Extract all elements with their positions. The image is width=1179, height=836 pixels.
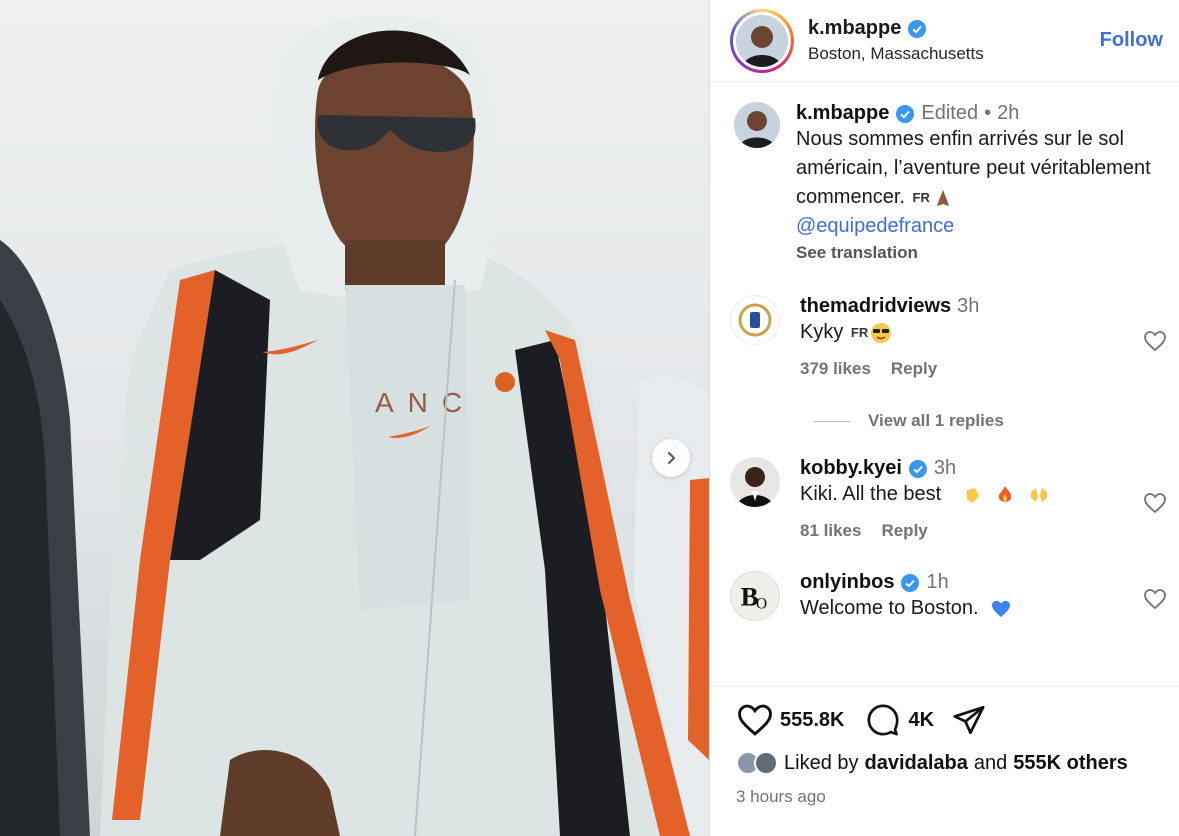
comment-icon [866,704,899,736]
edited-label: Edited [921,102,979,124]
liked-by-prefix: Liked by [784,751,859,774]
comment-likes[interactable]: 379 likes [800,359,871,379]
avatar[interactable] [730,457,780,508]
separator-dot: • [984,102,992,124]
liked-by-row: Liked by davidalaba and 555K others [736,751,1179,775]
raising-hands-emoji-icon [1030,488,1047,503]
comment-text: Welcome to Boston. [800,597,979,620]
caption-text-block: Nous sommes enfin arrivés sur le sol amé… [796,125,1179,241]
comment-username[interactable]: onlyinbos [800,571,894,594]
header-username[interactable]: k.mbappe [808,17,901,40]
sunglasses-emoji-icon [871,322,892,343]
heart-icon [738,704,772,736]
post-header: k.mbappe Boston, Massachusetts Follow [710,0,1179,82]
divider [814,420,850,422]
post-side-panel: k.mbappe Boston, Massachusetts Follow k.… [709,0,1179,836]
like-count[interactable]: 555.8K [780,709,845,732]
comment: kobby.kyei 3h Kiki. All the best 81 like [730,457,1179,541]
reply-button[interactable]: Reply [891,359,937,379]
comment-text: Kiki. All the best [800,483,942,506]
comment-button[interactable]: 4K [865,703,935,737]
comment-time[interactable]: 3h [934,457,956,480]
avatar[interactable]: BO [730,571,780,622]
verified-badge-icon [896,104,915,123]
brand-logo: BO [741,582,767,613]
view-replies-label: View all 1 replies [868,411,1004,431]
verified-badge-icon [908,19,927,38]
caption-body: k.mbappe Edited • 2h Nous sommes enfin a… [796,102,1179,263]
verified-badge-icon [901,573,920,592]
comment-text: Kyky [800,321,844,344]
comment-likes[interactable]: 81 likes [800,521,861,541]
comment-head: kobby.kyei 3h [800,457,1179,480]
follow-button[interactable]: Follow [1100,29,1163,52]
heart-icon[interactable] [1143,329,1167,353]
comment-body: kobby.kyei 3h Kiki. All the best 81 like [800,457,1179,541]
comment-head: onlyinbos 1h [800,571,1179,594]
comment: BO onlyinbos 1h Welcome to Boston. [730,571,1179,623]
praying-hands-emoji-icon [936,189,949,206]
post-timestamp[interactable]: 3 hours ago [736,787,1179,807]
chevron-right-icon [668,452,675,464]
fire-emoji-icon [999,486,1012,503]
location-link[interactable]: Boston, Massachusetts [808,44,1100,64]
comments-list: k.mbappe Edited • 2h Nous sommes enfin a… [710,82,1179,623]
comment-username[interactable]: themadridviews [800,295,951,318]
svg-text:O: O [756,596,767,613]
liked-by-and: and [973,751,1008,774]
clapping-hands-emoji-icon [966,488,979,504]
verified-badge-icon [908,459,927,478]
post-footer: 555.8K 4K Liked by davidalaba and 555K o… [710,686,1179,807]
share-button[interactable] [950,703,988,737]
caption-text: Nous sommes enfin arrivés sur le sol amé… [796,128,1151,208]
next-photo-button[interactable] [652,439,690,477]
caption-head: k.mbappe Edited • 2h [796,102,1179,125]
svg-text:ANC: ANC [375,387,476,418]
caption-time[interactable]: 2h [997,102,1019,125]
comment-body: themadridviews 3h Kyky FR 379 likes Repl… [800,295,1179,379]
athlete-photo-illustration: ANC [0,15,709,836]
share-icon [953,705,985,735]
flag-fr: FR [912,190,930,206]
comment-time[interactable]: 3h [957,295,979,318]
comment-body: onlyinbos 1h Welcome to Boston. [800,571,1179,623]
comment: themadridviews 3h Kyky FR 379 likes Repl… [730,295,1179,379]
view-replies-link[interactable]: View all 1 replies [814,411,1179,431]
instagram-post: ANC k.mbappe Boston, Massachusetts Follo… [0,0,1179,836]
comment-text-block: Kyky FR [800,318,1179,347]
comment-text-block: Welcome to Boston. [800,594,1179,623]
caption-username[interactable]: k.mbappe [796,102,889,125]
comment-actions: 379 likes Reply [800,359,1179,379]
avatar[interactable] [734,102,780,148]
heart-icon[interactable] [1143,491,1167,515]
avatar[interactable] [730,295,780,346]
like-button[interactable]: 555.8K [736,703,845,737]
comment-username[interactable]: kobby.kyei [800,457,902,480]
comment-head: themadridviews 3h [800,295,1179,318]
header-meta: k.mbappe Boston, Massachusetts [808,17,1100,64]
avatar [754,751,778,775]
comment-count[interactable]: 4K [909,709,935,732]
comment-actions: 81 likes Reply [800,521,1179,541]
see-translation-link[interactable]: See translation [796,243,1179,263]
heart-icon[interactable] [1143,587,1167,611]
liked-by-user[interactable]: davidalaba [865,752,968,775]
reply-button[interactable]: Reply [881,521,927,541]
liked-by-others[interactable]: 555K others [1013,752,1128,775]
action-bar: 555.8K 4K [736,703,1179,737]
caption: k.mbappe Edited • 2h Nous sommes enfin a… [730,102,1179,263]
mention-link[interactable]: @equipedefrance [796,215,954,237]
flag-fr: FR [850,325,869,341]
story-ring[interactable] [730,8,794,73]
header-username-row: k.mbappe [808,17,927,40]
comment-text-block: Kiki. All the best [800,480,1179,509]
avatar [736,14,788,67]
blue-heart-emoji-icon [992,601,1011,618]
post-photo[interactable]: ANC [0,0,709,836]
comment-time[interactable]: 1h [926,571,948,594]
